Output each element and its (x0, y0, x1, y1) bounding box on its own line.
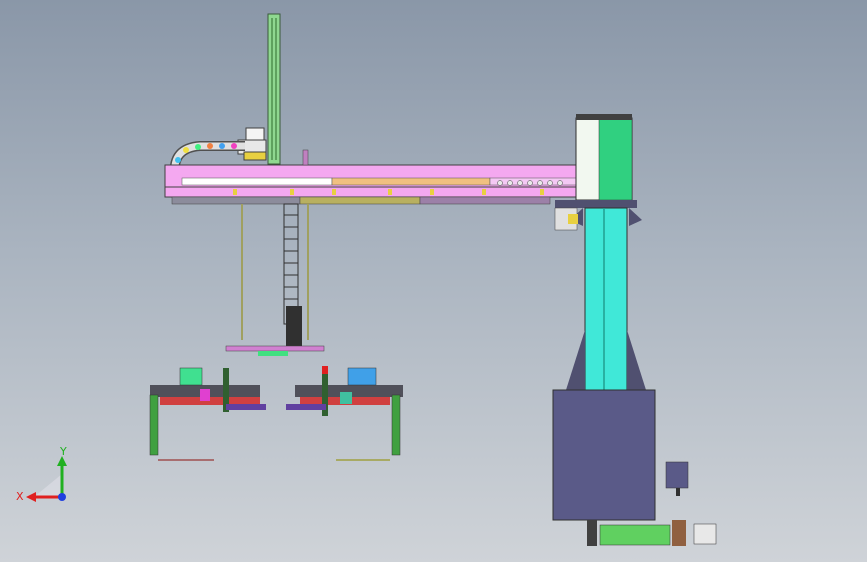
vertical-mast (267, 13, 281, 165)
robot-gantry-drawing: Y X (16, 13, 717, 546)
base-cabinet (552, 389, 656, 521)
horizontal-arm (164, 149, 578, 205)
z-axis-dot (58, 493, 66, 501)
right-gripper (286, 366, 403, 461)
y-axis-label: Y (59, 445, 67, 458)
lift-ladder (225, 203, 325, 356)
coordinate-triad: Y X (16, 445, 67, 503)
left-gripper (149, 367, 266, 461)
base-motor (665, 461, 689, 496)
cad-viewport[interactable]: Y X (0, 0, 867, 562)
ground-rail (587, 520, 717, 546)
x-axis-label: X (16, 490, 24, 503)
support-column (554, 207, 646, 391)
